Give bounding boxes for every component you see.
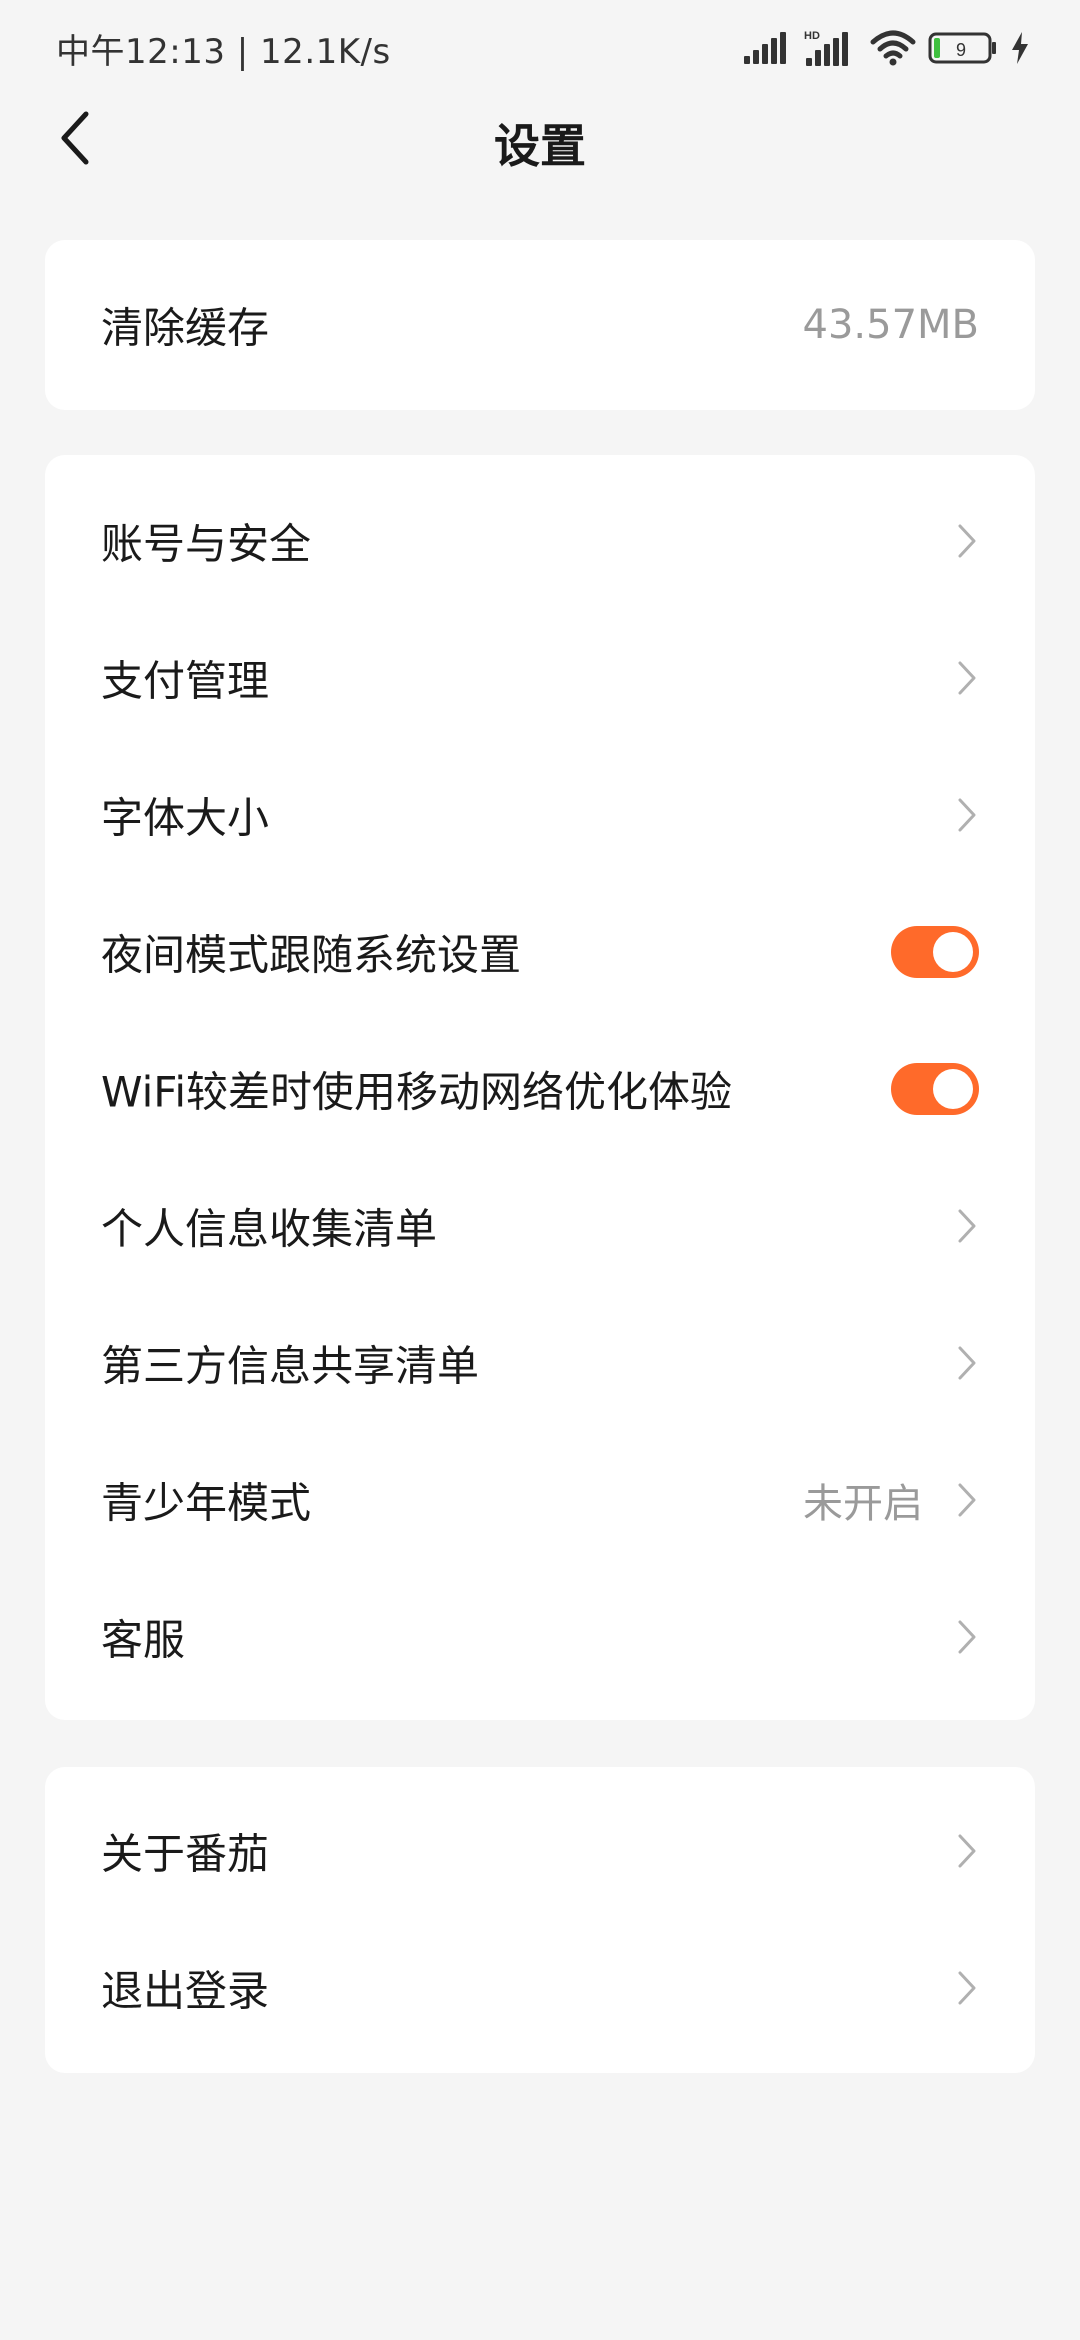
hd-signal-icon: HD [804,30,848,66]
chevron-right-icon [955,658,979,698]
wifi-icon [870,30,916,66]
settings-item-font-size[interactable]: 字体大小 [45,746,1035,883]
chevron-right-icon [955,1617,979,1657]
settings-item-label: 支付管理 [101,656,270,705]
settings-item-about[interactable]: 关于番茄 [45,1782,1035,1919]
settings-item-night-mode: 夜间模式跟随系统设置 [45,883,1035,1020]
toggle-knob [933,931,973,972]
cache-card: 清除缓存 43.57MB [45,240,1035,410]
settings-item-label: WiFi较差时使用移动网络优化体验 [101,1067,733,1116]
chevron-right-icon [955,795,979,835]
chevron-right-icon [955,1480,979,1520]
settings-item-label: 个人信息收集清单 [101,1204,438,1253]
settings-item-third-party-list[interactable]: 第三方信息共享清单 [45,1294,1035,1431]
chevron-right-icon [955,1206,979,1246]
cache-size-value: 43.57MB [802,301,979,348]
cellular-signal-icon [744,32,786,64]
charging-icon [1012,32,1028,64]
status-time-speed: 中午12:13 | 12.1K/s [56,32,391,72]
toggle-knob [933,1068,973,1109]
settings-item-account-security[interactable]: 账号与安全 [45,472,1035,609]
page-title: 设置 [494,119,586,173]
settings-item-label: 账号与安全 [101,519,312,568]
settings-item-logout[interactable]: 退出登录 [45,1919,1035,2056]
header: 设置 [0,96,1080,182]
clear-cache-row[interactable]: 清除缓存 43.57MB [45,256,1035,393]
settings-item-label: 第三方信息共享清单 [101,1341,480,1390]
settings-item-payment[interactable]: 支付管理 [45,609,1035,746]
status-bar: 中午12:13 | 12.1K/s HD 9 [0,0,1080,96]
settings-card: 账号与安全 支付管理 字体大小 夜间模式跟随系统设置 WiFi较差时使用移动网络… [45,455,1035,1720]
teen-mode-status: 未开启 [803,1480,923,1527]
chevron-right-icon [955,1968,979,2008]
settings-item-label: 字体大小 [101,793,270,842]
settings-item-customer-service[interactable]: 客服 [45,1568,1035,1705]
settings-item-wifi-optimize: WiFi较差时使用移动网络优化体验 [45,1020,1035,1157]
settings-item-label: 退出登录 [101,1966,270,2015]
wifi-optimize-toggle[interactable] [891,1062,979,1115]
settings-item-label: 关于番茄 [101,1829,270,1878]
clear-cache-label: 清除缓存 [101,303,270,352]
settings-item-personal-info-list[interactable]: 个人信息收集清单 [45,1157,1035,1294]
battery-level: 9 [956,40,966,60]
status-icons: HD 9 [742,26,1030,70]
settings-item-label: 夜间模式跟随系统设置 [101,930,522,979]
about-card: 关于番茄 退出登录 [45,1767,1035,2073]
chevron-right-icon [955,521,979,561]
settings-item-label: 青少年模式 [101,1478,312,1527]
battery-icon: 9 [928,32,996,64]
svg-text:HD: HD [804,30,820,42]
chevron-right-icon [955,1831,979,1871]
night-mode-toggle[interactable] [891,925,979,978]
chevron-right-icon [955,1343,979,1383]
settings-item-label: 客服 [101,1615,186,1664]
settings-item-teen-mode[interactable]: 青少年模式 未开启 [45,1431,1035,1568]
